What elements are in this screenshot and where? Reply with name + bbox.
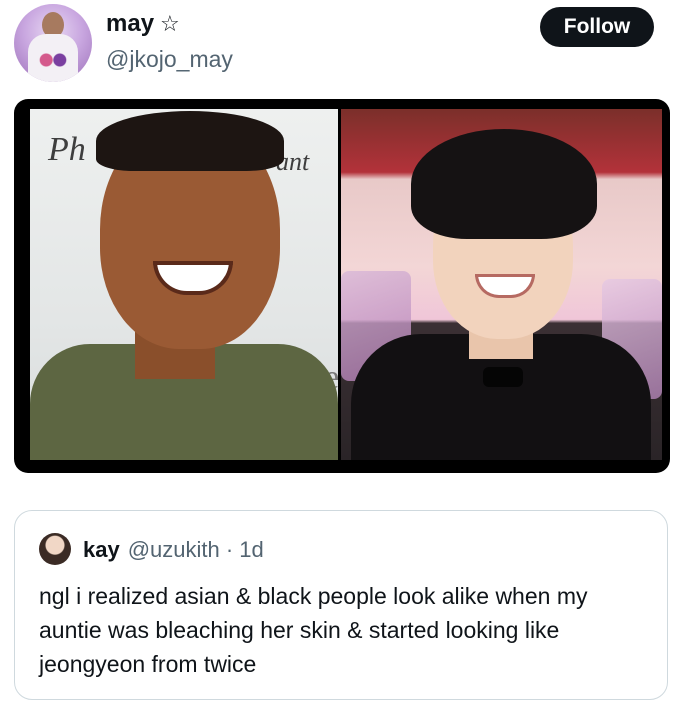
quoted-post[interactable]: kay @uzukith · 1d ngl i realized asian &…	[14, 510, 668, 700]
left-photo: Ph ant ebe	[30, 109, 338, 460]
quoted-author-avatar[interactable]	[39, 533, 71, 565]
quoted-author-handle-time[interactable]: @uzukith · 1d	[128, 537, 264, 563]
right-person-hair	[411, 129, 597, 239]
author-name-row[interactable]: may ☆	[106, 10, 180, 38]
post-media[interactable]: Ph ant ebe	[14, 99, 670, 473]
right-person-bowtie	[483, 367, 523, 387]
backdrop-text-1: Ph	[48, 131, 86, 168]
avatar-flowers-shape	[36, 50, 70, 70]
quoted-post-text: ngl i realized asian & black people look…	[39, 583, 588, 677]
author-handle[interactable]: @jkojo_may	[106, 46, 233, 73]
quoted-post-header: kay @uzukith · 1d	[83, 537, 264, 563]
follow-button[interactable]: Follow	[540, 7, 654, 47]
star-icon: ☆	[160, 11, 180, 36]
author-avatar[interactable]	[14, 4, 92, 82]
right-photo	[341, 109, 662, 460]
media-collage: Ph ant ebe	[30, 109, 662, 460]
left-person-hair	[96, 111, 284, 171]
author-name[interactable]: may	[106, 10, 154, 38]
quoted-author-name[interactable]: kay	[83, 537, 120, 563]
